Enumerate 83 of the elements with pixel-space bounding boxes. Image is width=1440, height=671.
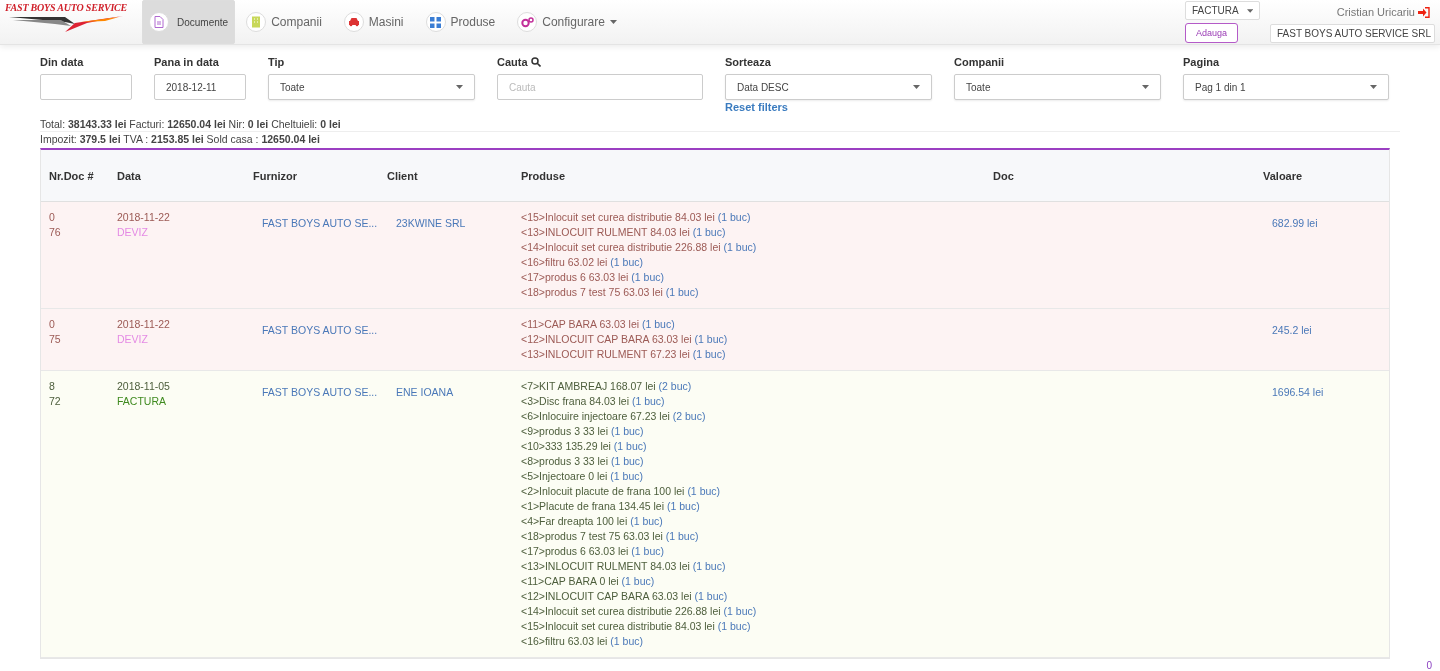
totals-text: Impozit: 379.5 lei TVA : 2153.85 lei Sold casa : 12650.04 lei: [40, 132, 321, 146]
date-field[interactable]: 2018-12-11: [154, 74, 246, 100]
nav-tab[interactable]: Documente: [142, 0, 236, 44]
logo-text: FAST BOYS AUTO SERVICE: [5, 2, 128, 13]
value-link[interactable]: 1696.54 lei: [1272, 386, 1324, 398]
value-link[interactable]: 682.99 lei: [1272, 217, 1318, 229]
document-type-text: DEVIZ: [117, 225, 149, 240]
filter-select[interactable]: Data DESC: [725, 74, 932, 100]
product-line: <18>produs 7 test 75 63.03 lei (1 buc): [521, 529, 700, 544]
product-line: <6>Inlocuire injectoare 67.23 lei (2 buc): [521, 409, 707, 424]
product-line: <16>filtru 63.03 lei (1 buc): [521, 634, 644, 649]
column-header: Produse: [521, 169, 565, 182]
nav-tab[interactable]: Produse: [414, 0, 507, 44]
value-link[interactable]: 245.2 lei: [1272, 324, 1312, 336]
table-cell-text: 0: [49, 210, 56, 225]
filter-label: Pana in data: [154, 56, 219, 68]
totals-text: Total: 38143.33 lei Facturi: 12650.04 lei Nir: 0 lei Cheltuieli: 0 lei: [40, 117, 1400, 132]
product-line: <7>KIT AMBREAJ 168.07 lei (2 buc): [521, 379, 693, 394]
column-header: Furnizor: [253, 169, 297, 182]
table-cell-text: 72: [49, 394, 62, 409]
user-name[interactable]: Cristian Uricariu: [1336, 6, 1415, 18]
table-cell-text: 2018-11-05: [117, 379, 171, 394]
filter-label: Cauta: [497, 56, 528, 68]
document-row[interactable]: 0 75 2018-11-22 DEVIZ FAST BOYS AUTO SE... <11>CAP BARA 63.03 lei (1 buc) <12>INLOCUIT CAP BARA 63.03 lei (1 buc) <13>INLOCUIT RULMENT 67.23 lei (1 buc) 245.2 lei: [41, 309, 1389, 371]
table-cell-text: 76: [49, 225, 62, 240]
product-line: <2>Inlocuit placute de frana 100 lei (1 buc): [521, 484, 722, 499]
search-field[interactable]: Cauta: [497, 74, 703, 100]
logo[interactable]: FAST BOYS AUTO SERVICE: [0, 0, 142, 44]
product-line: <16>filtru 63.02 lei (1 buc): [521, 255, 644, 270]
column-header: Client: [387, 169, 418, 182]
filter-label: Sorteaza: [725, 56, 771, 68]
client-link[interactable]: ENE IOANA: [396, 386, 454, 398]
product-line: <9>produs 3 33 lei (1 buc): [521, 424, 645, 439]
company-select[interactable]: FAST BOYS AUTO SERVICE SRL: [1270, 24, 1435, 43]
filter-label: Companii: [954, 56, 1005, 68]
filter-label: Tip: [268, 56, 285, 68]
product-line: <10>333 135.29 lei (1 buc): [521, 439, 648, 454]
table-cell-text: 2018-11-22: [117, 210, 171, 225]
column-header: Valoare: [1263, 169, 1303, 182]
product-line: <15>Inlocuit set curea distributie 84.03 lei (1 buc): [521, 210, 752, 225]
column-header: Nr.Doc #: [49, 169, 94, 182]
filter-select[interactable]: Toate: [268, 74, 475, 100]
filter-select[interactable]: Toate: [954, 74, 1161, 100]
document-type-text: FACTURA: [117, 394, 167, 409]
reset-filters-link[interactable]: Reset filters: [725, 101, 932, 113]
product-line: <1>Placute de frana 134.45 lei (1 buc): [521, 499, 701, 514]
product-line: <15>Inlocuit set curea distributie 84.03 lei (1 buc): [521, 619, 752, 634]
table-cell-text: 8: [49, 379, 56, 394]
filter-label: Din data: [40, 56, 84, 68]
supplier-link[interactable]: FAST BOYS AUTO SE...: [262, 324, 378, 336]
product-line: <12>INLOCUIT CAP BARA 63.03 lei (1 buc): [521, 332, 729, 347]
product-line: <3>Disc frana 84.03 lei (1 buc): [521, 394, 666, 409]
table-cell-text: 75: [49, 332, 62, 347]
product-line: <18>produs 7 test 75 63.03 lei (1 buc): [521, 285, 700, 300]
supplier-link[interactable]: FAST BOYS AUTO SE...: [262, 217, 378, 229]
product-line: <13>INLOCUIT RULMENT 84.03 lei (1 buc): [521, 225, 727, 240]
nav-tab[interactable]: Masini: [332, 0, 415, 44]
product-line: <14>Inlocuit set curea distributie 226.88 lei (1 buc): [521, 604, 758, 619]
product-line: <8>produs 3 33 lei (1 buc): [521, 454, 645, 469]
filter-select[interactable]: Pag 1 din 1: [1183, 74, 1389, 100]
column-header: Data: [117, 169, 141, 182]
column-header: Doc: [993, 169, 1014, 182]
product-line: <11>CAP BARA 63.03 lei (1 buc): [521, 317, 676, 332]
table-cell-text: 2018-11-22: [117, 317, 171, 332]
product-line: <4>Far dreapta 100 lei (1 buc): [521, 514, 664, 529]
product-line: <5>Injectoare 0 lei (1 buc): [521, 469, 644, 484]
nav-tab[interactable]: Configurare: [506, 0, 628, 44]
corner-count-text: 0: [1426, 660, 1432, 671]
product-line: <11>CAP BARA 0 lei (1 buc): [521, 574, 656, 589]
client-link[interactable]: 23KWINE SRL: [396, 217, 466, 229]
product-line: <17>produs 6 63.03 lei (1 buc): [521, 544, 666, 559]
filter-label: Pagina: [1183, 56, 1220, 68]
product-line: <12>INLOCUIT CAP BARA 63.03 lei (1 buc): [521, 589, 729, 604]
product-line: <17>produs 6 63.03 lei (1 buc): [521, 270, 666, 285]
add-button[interactable]: Adauga: [1185, 23, 1238, 43]
document-type-text: DEVIZ: [117, 332, 149, 347]
nav-tab[interactable]: Companii: [235, 0, 333, 44]
document-type-select[interactable]: FACTURA: [1185, 1, 1260, 20]
table-cell-text: 0: [49, 317, 56, 332]
product-line: <14>Inlocuit set curea distributie 226.88 lei (1 buc): [521, 240, 758, 255]
product-line: <13>INLOCUIT RULMENT 84.03 lei (1 buc): [521, 559, 727, 574]
product-line: <13>INLOCUIT RULMENT 67.23 lei (1 buc): [521, 347, 727, 362]
supplier-link[interactable]: FAST BOYS AUTO SE...: [262, 386, 378, 398]
